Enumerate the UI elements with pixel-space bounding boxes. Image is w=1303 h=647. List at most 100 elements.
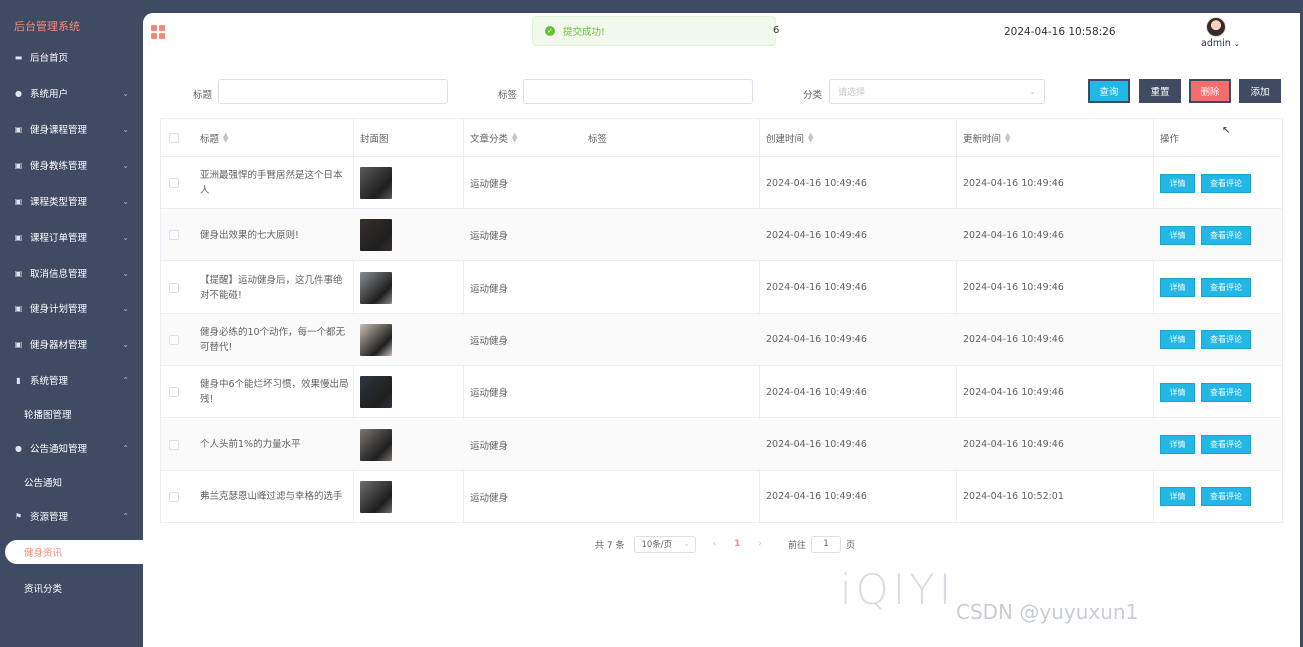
sidebar-item[interactable]: ● 公告通知管理 ⌃ xyxy=(0,434,143,462)
category-placeholder: 请选择 xyxy=(838,88,866,98)
view-comments-button[interactable]: 查看评论 xyxy=(1201,435,1251,454)
row-checkbox-cell xyxy=(169,157,179,209)
sidebar-item-label: 系统用户 xyxy=(30,89,69,100)
sort-icon[interactable]: ▲ ▼ xyxy=(223,132,228,144)
row-cover xyxy=(360,366,392,418)
sidebar-item[interactable]: ▬ 后台首页 xyxy=(0,43,143,71)
title-filter-input[interactable] xyxy=(218,79,448,104)
sidebar-item[interactable]: ▣ 健身器材管理 ⌄ xyxy=(0,330,143,358)
tag-filter-input[interactable] xyxy=(523,79,753,104)
column-actions-label: 操作 xyxy=(1160,134,1180,145)
add-button[interactable]: 添加 xyxy=(1239,79,1281,103)
query-button[interactable]: 查询 xyxy=(1088,79,1130,103)
detail-button[interactable]: 详情 xyxy=(1160,278,1195,298)
list-icon: ▣ xyxy=(14,339,23,349)
row-title: 健身必练的10个动作，每一个都无可替代! xyxy=(200,326,346,353)
next-page-button[interactable]: › xyxy=(758,539,762,549)
column-title[interactable]: 标题 ▲ ▼ xyxy=(200,119,228,157)
sidebar-item[interactable]: ▣ 课程类型管理 ⌄ xyxy=(0,187,143,215)
sidebar-subitem[interactable]: 轮播图管理 xyxy=(0,402,143,426)
avatar[interactable] xyxy=(1206,17,1226,37)
sort-icon[interactable]: ▲ ▼ xyxy=(1005,132,1010,144)
row-created: 2024-04-16 10:49:46 xyxy=(766,177,867,189)
page-size-select[interactable]: 10条/页 ⌄ xyxy=(634,535,697,553)
sidebar-item-label: 系统管理 xyxy=(30,376,69,387)
chevron-down-icon: ⌄ xyxy=(122,303,129,313)
detail-button[interactable]: 详情 xyxy=(1160,487,1195,507)
row-checkbox[interactable] xyxy=(169,439,179,450)
row-created: 2024-04-16 10:49:46 xyxy=(766,282,867,294)
column-actions: 操作 xyxy=(1160,119,1179,157)
row-checkbox[interactable] xyxy=(169,282,179,293)
column-updated[interactable]: 更新时间 ▲ ▼ xyxy=(963,119,1010,157)
detail-button[interactable]: 详情 xyxy=(1160,435,1195,454)
detail-button[interactable]: 详情 xyxy=(1160,173,1195,193)
main-panel: ✓ 提交成功! 6 2024-04-16 10:58:26 admin ⌄ 标题… xyxy=(143,13,1300,647)
list-icon: ▣ xyxy=(14,160,23,170)
row-checkbox[interactable] xyxy=(169,178,179,188)
sidebar-subitem[interactable]: 健身资讯 xyxy=(5,540,143,564)
prev-page-button[interactable]: ‹ xyxy=(712,539,716,549)
detail-button[interactable]: 详情 xyxy=(1160,330,1195,350)
category-select[interactable]: 请选择 ⌄ xyxy=(829,79,1045,104)
sidebar-item-label: 后台首页 xyxy=(30,53,69,64)
view-comments-button[interactable]: 查看评论 xyxy=(1201,278,1251,298)
row-cover xyxy=(360,314,392,366)
view-comments-button[interactable]: 查看评论 xyxy=(1201,382,1251,402)
row-checkbox[interactable] xyxy=(169,230,179,241)
row-category: 运动健身 xyxy=(470,440,509,452)
pagination: 共 7 条 10条/页 ⌄ ‹ 1 › 前往 1 页 xyxy=(595,535,855,553)
chevron-down-icon: ⌄ xyxy=(122,124,129,134)
row-checkbox[interactable] xyxy=(169,387,179,398)
row-checkbox[interactable] xyxy=(169,491,179,502)
user-icon: ● xyxy=(15,88,22,98)
sort-icon[interactable]: ▲ ▼ xyxy=(512,132,517,144)
column-title-label: 标题 xyxy=(200,134,220,145)
user-menu[interactable]: admin ⌄ xyxy=(1201,38,1240,49)
tag-filter-label: 标签 xyxy=(498,90,518,101)
row-actions: 详情 查看评论 xyxy=(1160,157,1257,209)
column-created-label: 创建时间 xyxy=(766,134,805,145)
view-comments-button[interactable]: 查看评论 xyxy=(1201,487,1251,507)
table-row: 个人头前1%的力量水平 运动健身 2024-04-16 10:49:46 2024-0… xyxy=(161,418,1282,471)
sidebar-item[interactable]: ▣ 健身教练管理 ⌄ xyxy=(0,151,143,179)
sidebar-item[interactable]: ▣ 健身计划管理 ⌄ xyxy=(0,294,143,322)
row-checkbox[interactable] xyxy=(169,334,179,345)
sidebar-item[interactable]: ▮ 系统管理 ⌃ xyxy=(0,366,143,394)
goto-page-input[interactable]: 1 xyxy=(810,535,841,553)
grid-menu-icon[interactable] xyxy=(151,25,165,39)
sidebar-item[interactable]: ⚑ 资源管理 ⌃ xyxy=(0,502,143,530)
cover-image xyxy=(360,480,392,513)
sidebar-item-label: 课程类型管理 xyxy=(30,197,88,208)
detail-button[interactable]: 详情 xyxy=(1160,382,1195,402)
row-checkbox-cell xyxy=(169,314,179,366)
sidebar: 后台管理系统 ▬ 后台首页 ● 系统用户 ⌄ ▣ 健身课程管理 ⌄ ▣ 健身教练管理 ⌄ ▣ 课程类型管… xyxy=(0,0,143,647)
row-updated: 2024-04-16 10:49:46 xyxy=(963,386,1064,398)
row-updated: 2024-04-16 10:49:46 xyxy=(963,282,1064,294)
sidebar-item[interactable]: ▣ 取消信息管理 ⌄ xyxy=(0,259,143,287)
row-updated: 2024-04-16 10:49:46 xyxy=(963,334,1064,346)
view-comments-button[interactable]: 查看评论 xyxy=(1201,173,1251,193)
view-comments-button[interactable]: 查看评论 xyxy=(1201,225,1251,245)
view-comments-button[interactable]: 查看评论 xyxy=(1201,330,1251,350)
sidebar-item-label: 健身器材管理 xyxy=(30,340,88,351)
row-actions: 详情 查看评论 xyxy=(1160,366,1257,418)
page-number-current[interactable]: 1 xyxy=(734,539,740,549)
sidebar-item[interactable]: ▣ 健身课程管理 ⌄ xyxy=(0,115,143,143)
row-created: 2024-04-16 10:49:46 xyxy=(766,491,867,503)
delete-button[interactable]: 删除 xyxy=(1189,79,1231,103)
sort-icon[interactable]: ▲ ▼ xyxy=(808,132,813,144)
select-all-checkbox[interactable] xyxy=(169,133,179,143)
sidebar-item[interactable]: ▣ 课程订单管理 ⌄ xyxy=(0,223,143,251)
row-cover xyxy=(360,471,392,523)
detail-button[interactable]: 详情 xyxy=(1160,225,1195,245)
column-created[interactable]: 创建时间 ▲ ▼ xyxy=(766,119,813,157)
reset-button[interactable]: 重置 xyxy=(1139,79,1181,103)
table-row: 【提醒】运动健身后，这几件事绝对不能碰! 运动健身 2024-04-16 10:49… xyxy=(161,262,1282,314)
column-category[interactable]: 文章分类 ▲ ▼ xyxy=(470,119,517,157)
row-title: 健身出效果的七大原则! xyxy=(200,229,299,241)
sidebar-subitem[interactable]: 公告通知 xyxy=(0,470,143,494)
sidebar-item[interactable]: ● 系统用户 ⌄ xyxy=(0,79,143,107)
row-checkbox-cell xyxy=(169,209,179,261)
sidebar-subitem[interactable]: 资讯分类 xyxy=(0,576,143,600)
